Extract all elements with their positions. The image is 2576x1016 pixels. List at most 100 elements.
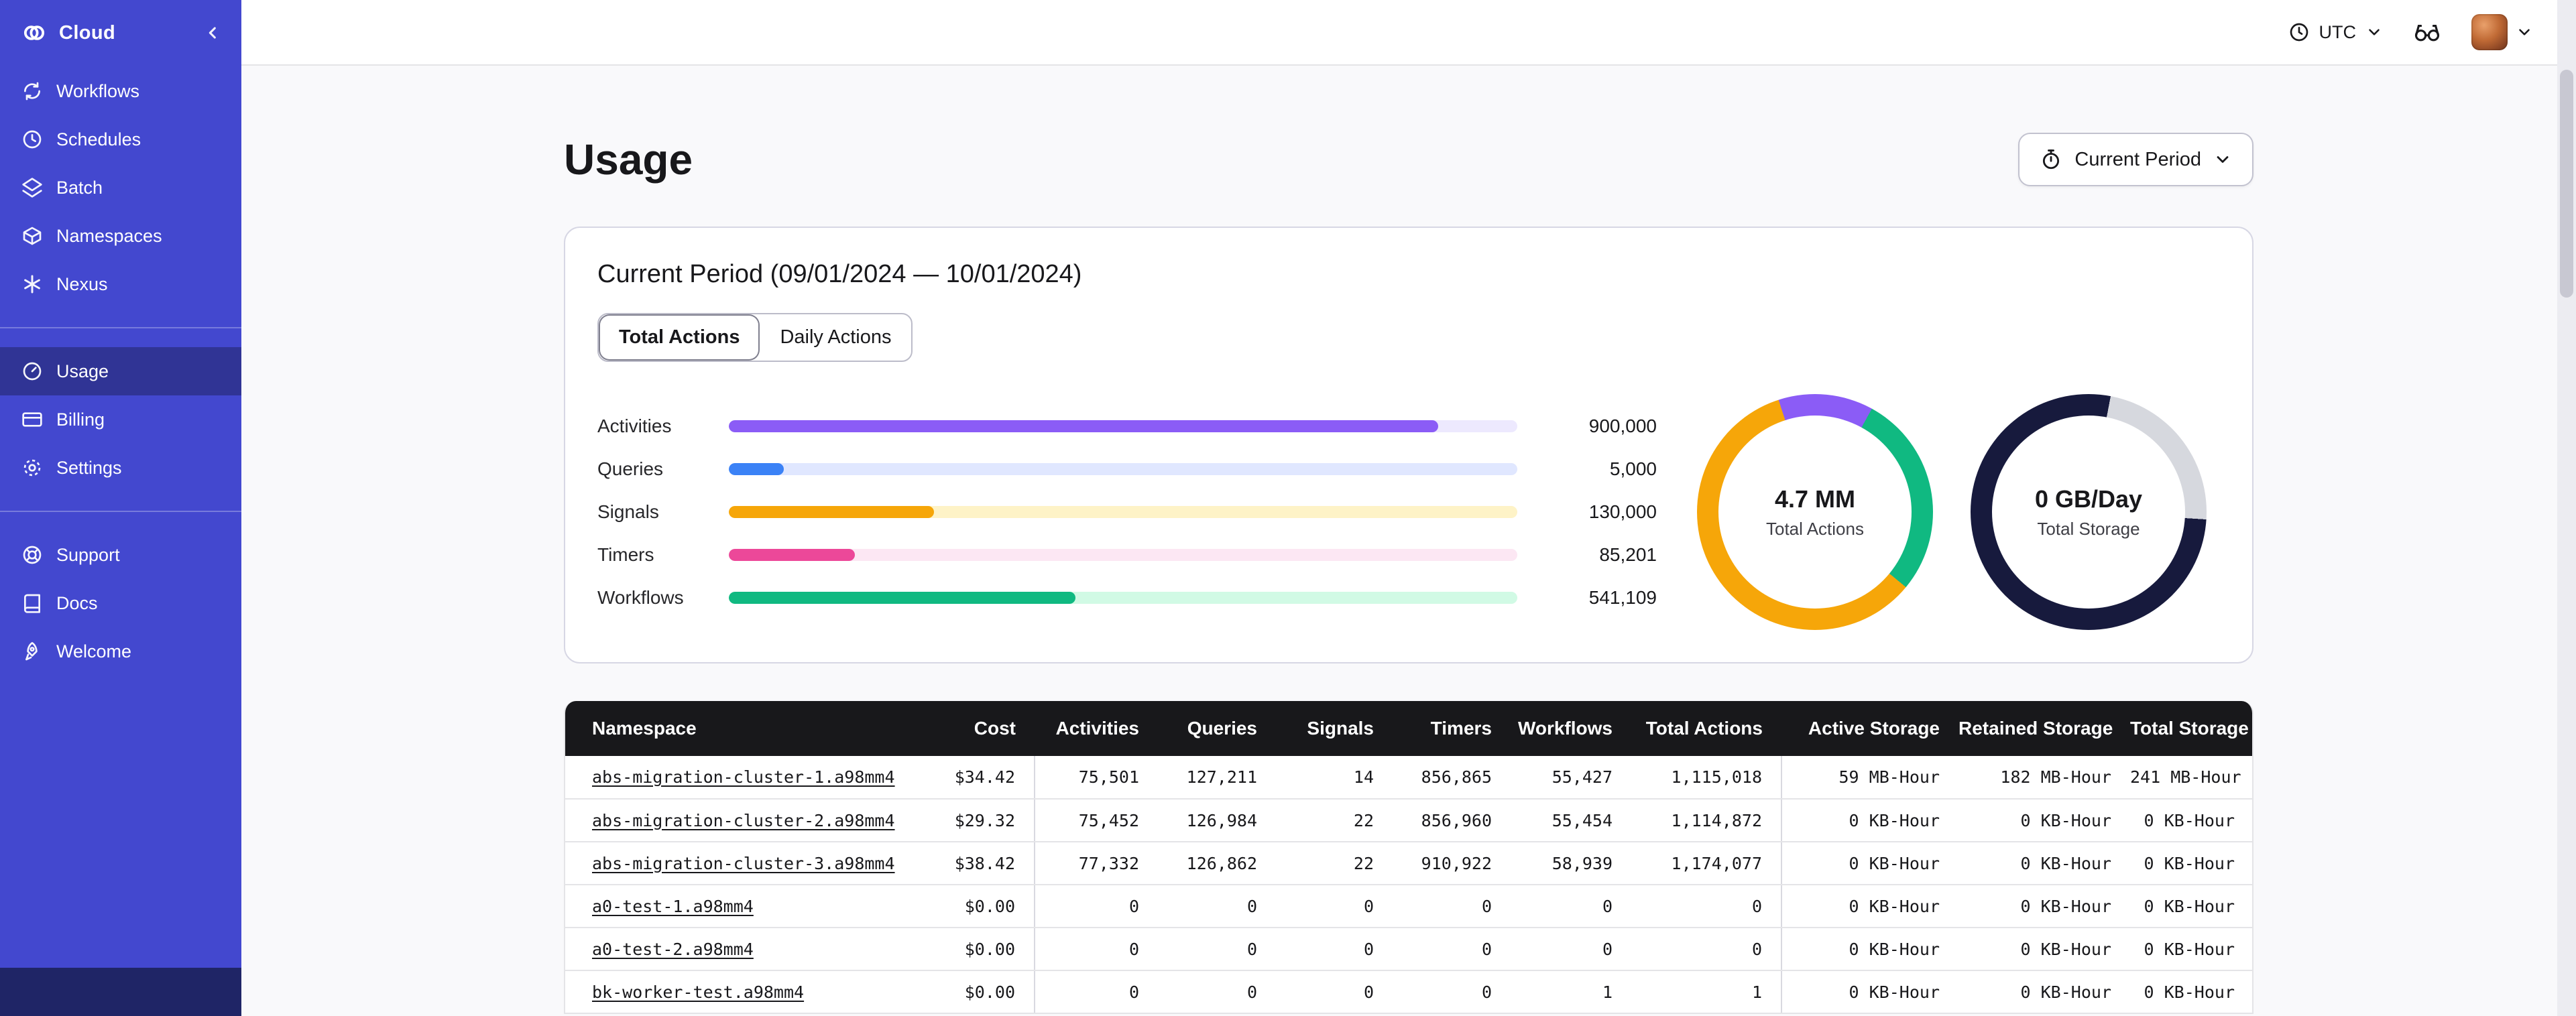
brand: Cloud	[0, 0, 241, 62]
topbar: UTC	[241, 0, 2576, 66]
cell-retained-storage: 182 MB-Hour	[1958, 756, 2130, 800]
cell-total-actions: 1	[1631, 970, 1782, 1014]
sidebar-item-nexus[interactable]: Nexus	[0, 260, 241, 308]
sidebar-item-workflows[interactable]: Workflows	[0, 67, 241, 115]
nexus-icon	[21, 273, 43, 295]
sidebar: Cloud Workflows Schedules Batch Namespac…	[0, 0, 241, 1016]
scrollbar-thumb[interactable]	[2560, 70, 2573, 298]
sidebar-footer	[0, 968, 241, 1016]
bar-row-workflows: Workflows 541,109	[597, 576, 1657, 619]
cell-retained-storage: 0 KB-Hour	[1958, 885, 2130, 928]
sidebar-divider	[0, 511, 241, 512]
cell-retained-storage: 0 KB-Hour	[1958, 970, 2130, 1014]
glasses-icon[interactable]	[2412, 20, 2442, 44]
column-header-activities: Activities	[1035, 701, 1158, 756]
stopwatch-icon	[2040, 148, 2062, 171]
vertical-scrollbar[interactable]	[2557, 0, 2576, 1016]
column-header-active-storage: Active Storage	[1781, 701, 1958, 756]
cell-timers: 0	[1393, 928, 1511, 971]
sidebar-nav-group-help: Support Docs Welcome	[0, 525, 241, 681]
timezone-selector[interactable]: UTC	[2288, 21, 2384, 43]
sidebar-item-usage[interactable]: Usage	[0, 347, 241, 395]
table-header-row: Namespace Cost Activities Queries Signal…	[565, 701, 2252, 756]
sidebar-item-support[interactable]: Support	[0, 531, 241, 579]
cell-cost: $0.00	[900, 970, 1035, 1014]
total-storage-donut: 0 GB/Day Total Storage	[1971, 394, 2207, 630]
sidebar-item-batch[interactable]: Batch	[0, 164, 241, 212]
account-menu[interactable]	[2471, 14, 2533, 50]
cell-activities: 0	[1035, 970, 1158, 1014]
cell-activities: 75,452	[1035, 799, 1158, 842]
bar-value: 130,000	[1588, 501, 1657, 522]
temporal-logo-icon	[21, 20, 47, 46]
column-header-timers: Timers	[1393, 701, 1511, 756]
tab-daily-actions[interactable]: Daily Actions	[760, 314, 911, 361]
sidebar-item-settings[interactable]: Settings	[0, 444, 241, 492]
bar-label: Timers	[597, 544, 654, 565]
column-header-total-actions: Total Actions	[1631, 701, 1781, 756]
rocket-icon	[21, 641, 43, 662]
usage-card: Current Period (09/01/2024 — 10/01/2024)…	[564, 227, 2253, 663]
namespace-link[interactable]: abs-migration-cluster-2.a98mm4	[592, 811, 895, 830]
workflows-bar	[729, 592, 1517, 604]
sidebar-item-namespaces[interactable]: Namespaces	[0, 212, 241, 260]
cell-active-storage: 0 KB-Hour	[1781, 928, 1958, 971]
sidebar-nav-group-account: Usage Billing Settings	[0, 342, 241, 497]
activities-bar	[729, 420, 1517, 432]
sidebar-item-schedules[interactable]: Schedules	[0, 115, 241, 164]
workflows-icon	[21, 80, 43, 102]
namespace-link[interactable]: a0-test-1.a98mm4	[592, 897, 754, 916]
sidebar-item-label: Namespaces	[56, 225, 162, 246]
namespace-link[interactable]: abs-migration-cluster-3.a98mm4	[592, 854, 895, 873]
usage-charts: Activities 900,000 Queries 5,000 Signals…	[597, 394, 2220, 630]
table-row: a0-test-1.a98mm4 $0.00 0 0 0 0 0 0 0 KB-…	[565, 885, 2252, 928]
sidebar-item-label: Welcome	[56, 641, 132, 661]
cell-total-actions: 1,115,018	[1631, 756, 1782, 800]
collapse-sidebar-button[interactable]	[204, 23, 223, 42]
cell-workflows: 58,939	[1511, 842, 1631, 885]
column-header-namespace: Namespace	[565, 701, 900, 756]
cell-cost: $0.00	[900, 885, 1035, 928]
sidebar-item-docs[interactable]: Docs	[0, 579, 241, 627]
tab-total-actions[interactable]: Total Actions	[599, 314, 760, 361]
cell-total-storage: 241 MB-Hour	[2130, 756, 2252, 800]
cell-total-storage: 0 KB-Hour	[2130, 928, 2252, 971]
column-header-signals: Signals	[1276, 701, 1393, 756]
chevron-down-icon	[2213, 150, 2232, 169]
cell-cost: $0.00	[900, 928, 1035, 971]
cell-signals: 22	[1276, 842, 1393, 885]
bar-row-activities: Activities 900,000	[597, 405, 1657, 448]
clock-icon	[2288, 21, 2310, 43]
namespace-link[interactable]: bk-worker-test.a98mm4	[592, 982, 804, 1002]
docs-icon	[21, 592, 43, 614]
cell-activities: 0	[1035, 928, 1158, 971]
namespaces-icon	[21, 225, 43, 247]
total-actions-caption: Total Actions	[1766, 518, 1864, 539]
bar-row-signals: Signals 130,000	[597, 491, 1657, 533]
column-header-cost: Cost	[900, 701, 1035, 756]
cell-queries: 0	[1158, 885, 1276, 928]
cell-workflows: 1	[1511, 970, 1631, 1014]
sidebar-item-welcome[interactable]: Welcome	[0, 627, 241, 676]
namespace-link[interactable]: abs-migration-cluster-1.a98mm4	[592, 767, 895, 787]
cell-active-storage: 59 MB-Hour	[1781, 756, 1958, 800]
avatar[interactable]	[2471, 14, 2508, 50]
sidebar-item-billing[interactable]: Billing	[0, 395, 241, 444]
bar-label: Activities	[597, 416, 672, 436]
sidebar-item-label: Batch	[56, 177, 103, 198]
bar-value: 541,109	[1588, 587, 1657, 608]
cell-signals: 14	[1276, 756, 1393, 800]
main-content: Usage Current Period Current Period (09/…	[241, 66, 2576, 1016]
cell-total-actions: 0	[1631, 928, 1782, 971]
namespace-link[interactable]: a0-test-2.a98mm4	[592, 940, 754, 959]
cell-timers: 0	[1393, 885, 1511, 928]
cell-activities: 75,501	[1035, 756, 1158, 800]
column-header-total-storage: Total Storage	[2130, 701, 2252, 756]
cell-timers: 910,922	[1393, 842, 1511, 885]
bar-value: 900,000	[1588, 416, 1657, 436]
total-storage-value: 0 GB/Day	[2034, 485, 2143, 513]
column-header-queries: Queries	[1158, 701, 1276, 756]
total-actions-value: 4.7 MM	[1774, 485, 1856, 513]
signals-bar	[729, 506, 1517, 518]
period-selector-button[interactable]: Current Period	[2018, 133, 2253, 186]
